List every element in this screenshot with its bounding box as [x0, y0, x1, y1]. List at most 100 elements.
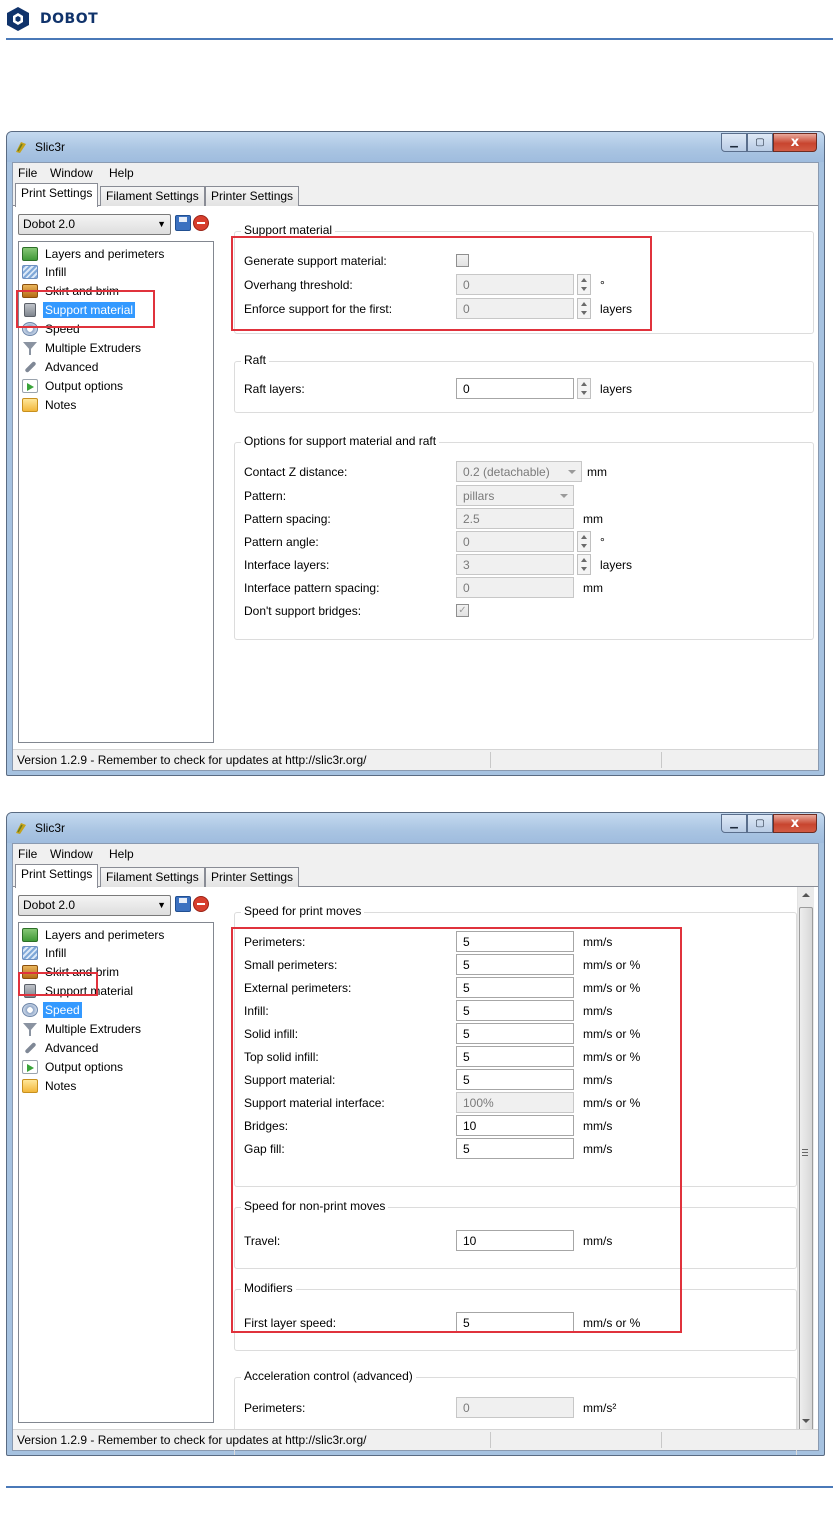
- generate-support-checkbox[interactable]: [456, 254, 469, 267]
- minimize-button[interactable]: ▁: [721, 133, 747, 152]
- tree-item-label: Skirt and brim: [45, 284, 120, 298]
- menu-file[interactable]: File: [18, 847, 37, 861]
- tree-item-extruders[interactable]: Multiple Extruders: [22, 339, 143, 357]
- field-label: Solid infill:: [244, 1027, 299, 1041]
- interface-layers-input[interactable]: 3: [456, 554, 574, 575]
- pattern-angle-spinner[interactable]: [577, 531, 591, 552]
- field-unit: mm/s: [583, 1142, 613, 1156]
- tree-item-label: Support material: [43, 302, 136, 318]
- raft-layers-input[interactable]: 0: [456, 378, 574, 399]
- tree-item-speed[interactable]: Speed: [22, 320, 82, 338]
- field-label: Don't support bridges:: [244, 604, 362, 618]
- speed-input[interactable]: 100%: [456, 1092, 574, 1113]
- tree-item-skirt[interactable]: Skirt and brim: [22, 963, 121, 981]
- accel-perimeters-input[interactable]: 0: [456, 1397, 574, 1418]
- save-preset-icon[interactable]: [175, 215, 191, 231]
- wrench-icon: [22, 360, 38, 374]
- pattern-dropdown[interactable]: pillars: [456, 485, 574, 506]
- travel-speed-input[interactable]: 10: [456, 1230, 574, 1251]
- interface-layers-spinner[interactable]: [577, 554, 591, 575]
- overhang-threshold-input[interactable]: 0: [456, 274, 574, 295]
- tree-item-label: Skirt and brim: [45, 965, 120, 979]
- interface-spacing-input[interactable]: 0: [456, 577, 574, 598]
- scroll-up-icon[interactable]: [802, 893, 810, 897]
- scroll-thumb[interactable]: [799, 907, 813, 1437]
- speed-icon: [22, 322, 38, 336]
- maximize-button[interactable]: ▢: [747, 133, 773, 152]
- speed-input[interactable]: 5: [456, 931, 574, 952]
- menu-window[interactable]: Window: [50, 166, 93, 180]
- preset-dropdown[interactable]: Dobot 2.0 ▼: [18, 214, 171, 235]
- minimize-button[interactable]: ▁: [721, 814, 747, 833]
- title-bar[interactable]: Slic3r ▁ ▢ x: [7, 132, 824, 162]
- first-layer-speed-input[interactable]: 5: [456, 1312, 574, 1333]
- save-preset-icon[interactable]: [175, 896, 191, 912]
- speed-input[interactable]: 5: [456, 1023, 574, 1044]
- menu-help[interactable]: Help: [109, 847, 134, 861]
- speed-input[interactable]: 5: [456, 1046, 574, 1067]
- tab-print-settings[interactable]: Print Settings: [15, 864, 99, 888]
- menu-bar: File Window Help: [13, 844, 818, 863]
- scroll-down-icon[interactable]: [802, 1419, 810, 1423]
- tree-item-advanced[interactable]: Advanced: [22, 358, 100, 376]
- tree-item-speed[interactable]: Speed: [22, 1001, 82, 1019]
- tree-item-layers[interactable]: Layers and perimeters: [22, 245, 166, 263]
- menu-file[interactable]: File: [18, 166, 37, 180]
- tree-item-output[interactable]: Output options: [22, 1058, 125, 1076]
- tree-item-notes[interactable]: Notes: [22, 1077, 78, 1095]
- tree-item-notes[interactable]: Notes: [22, 396, 78, 414]
- raft-layers-spinner[interactable]: [577, 378, 591, 399]
- delete-preset-icon[interactable]: [193, 896, 209, 912]
- speed-input[interactable]: 10: [456, 1115, 574, 1136]
- tab-printer-settings[interactable]: Printer Settings: [205, 867, 300, 887]
- tree-item-support[interactable]: Support material: [22, 982, 135, 1000]
- field-unit: mm/s or %: [583, 1027, 641, 1041]
- speed-input[interactable]: 5: [456, 1069, 574, 1090]
- tab-filament-settings[interactable]: Filament Settings: [100, 867, 205, 887]
- tree-item-infill[interactable]: Infill: [22, 263, 68, 281]
- infill-icon: [22, 265, 38, 279]
- title-bar[interactable]: Slic3r ▁ ▢ x: [7, 813, 824, 843]
- field-unit: mm/s: [583, 935, 613, 949]
- tree-item-extruders[interactable]: Multiple Extruders: [22, 1020, 143, 1038]
- tree-item-infill[interactable]: Infill: [22, 944, 68, 962]
- speed-input[interactable]: 5: [456, 1138, 574, 1159]
- pattern-spacing-input[interactable]: 2.5: [456, 508, 574, 529]
- status-bar: Version 1.2.9 - Remember to check for up…: [13, 1429, 818, 1450]
- contact-z-dropdown[interactable]: 0.2 (detachable): [456, 461, 582, 482]
- field-unit: layers: [600, 302, 633, 316]
- tree-item-output[interactable]: Output options: [22, 377, 125, 395]
- tree-item-advanced[interactable]: Advanced: [22, 1039, 100, 1057]
- tab-printer-settings[interactable]: Printer Settings: [205, 186, 300, 206]
- support-icon: [24, 303, 36, 317]
- dont-support-bridges-checkbox[interactable]: ✓: [456, 604, 469, 617]
- tab-filament-settings[interactable]: Filament Settings: [100, 186, 205, 206]
- tree-item-skirt[interactable]: Skirt and brim: [22, 282, 121, 300]
- close-button[interactable]: x: [773, 814, 817, 833]
- menu-window[interactable]: Window: [50, 847, 93, 861]
- field-unit: layers: [600, 558, 633, 572]
- menu-help[interactable]: Help: [109, 166, 134, 180]
- delete-preset-icon[interactable]: [193, 215, 209, 231]
- settings-tabs: Print Settings Filament Settings Printer…: [13, 182, 818, 207]
- speed-input[interactable]: 5: [456, 977, 574, 998]
- field-label: Generate support material:: [244, 254, 387, 268]
- field-unit: mm/s or %: [583, 981, 641, 995]
- tab-print-settings[interactable]: Print Settings: [15, 183, 99, 207]
- speed-input[interactable]: 5: [456, 954, 574, 975]
- tree-item-layers[interactable]: Layers and perimeters: [22, 926, 166, 944]
- preset-dropdown[interactable]: Dobot 2.0 ▼: [18, 895, 171, 916]
- document-header: DOBOT: [0, 0, 837, 40]
- enforce-support-input[interactable]: 0: [456, 298, 574, 319]
- maximize-button[interactable]: ▢: [747, 814, 773, 833]
- overhang-spinner[interactable]: [577, 274, 591, 295]
- skirt-icon: [22, 965, 38, 979]
- pattern-angle-input[interactable]: 0: [456, 531, 574, 552]
- field-unit: mm/s²: [583, 1401, 617, 1415]
- speed-input[interactable]: 5: [456, 1000, 574, 1021]
- close-button[interactable]: x: [773, 133, 817, 152]
- layers-icon: [22, 247, 38, 261]
- enforce-spinner[interactable]: [577, 298, 591, 319]
- tree-item-support[interactable]: Support material: [22, 301, 136, 319]
- vertical-scrollbar[interactable]: [797, 887, 814, 1437]
